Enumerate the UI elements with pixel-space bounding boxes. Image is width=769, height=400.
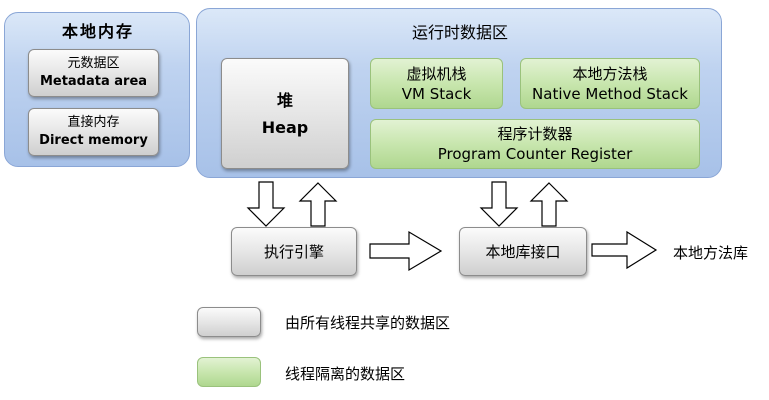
native-interface-label: 本地库接口 [485, 242, 561, 261]
native-library-label: 本地方法库 [673, 244, 749, 262]
legend-isolated-label: 线程隔离的数据区 [285, 365, 406, 383]
interface-down-arrow [479, 181, 519, 227]
execution-engine-label: 执行引擎 [263, 242, 324, 261]
interface-to-library-arrow [591, 230, 658, 270]
heap-down-arrow [246, 181, 286, 227]
native-interface-box: 本地库接口 [459, 227, 587, 276]
flow-arrows [246, 181, 658, 272]
legend-shared-label: 由所有线程共享的数据区 [285, 314, 451, 332]
engine-to-interface-arrow [369, 230, 443, 272]
interface-up-arrow [529, 182, 569, 227]
legend-isolated-swatch [197, 357, 261, 387]
execution-engine-box: 执行引擎 [231, 227, 357, 276]
legend-shared-swatch [197, 307, 261, 337]
heap-up-arrow [298, 182, 338, 227]
